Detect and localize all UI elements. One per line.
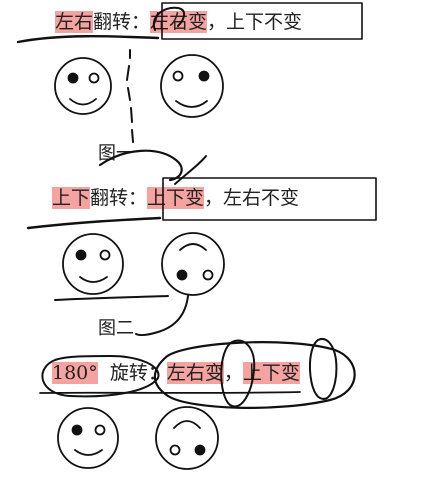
- section1-underline-stroke: [16, 35, 160, 44]
- section2-bracket-line: [54, 295, 169, 301]
- smiley-3a: [57, 407, 119, 469]
- smiley-3b: [155, 406, 219, 470]
- section2-underline-stroke: [26, 216, 162, 230]
- figure1-arc-2: [174, 155, 207, 185]
- section3-oval-1: [220, 339, 256, 408]
- section3-ellipse-label: [41, 355, 160, 398]
- section2-arrow-curve: [135, 295, 189, 337]
- figure1-arc: [98, 149, 183, 182]
- section2-box: [162, 177, 377, 221]
- section1-scribble: [152, 6, 185, 31]
- smiley-1b: [160, 54, 224, 118]
- smiley-2a: [62, 233, 124, 295]
- section3-underline: [39, 391, 301, 394]
- smiley-1a: [54, 57, 112, 115]
- drawing-overlay: [16, 2, 377, 470]
- section1-box: [161, 2, 363, 40]
- smiley-2b: [161, 232, 225, 296]
- section1-divider-dashes: [126, 49, 134, 143]
